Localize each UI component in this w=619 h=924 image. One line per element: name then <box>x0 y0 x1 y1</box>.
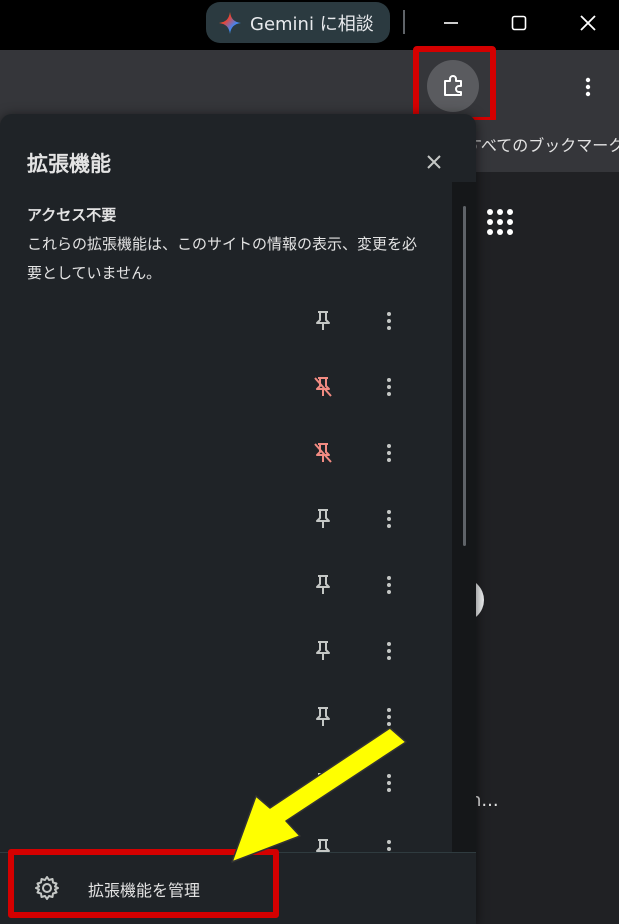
all-bookmarks-link[interactable]: すべてのブックマーク <box>466 132 619 156</box>
kebab-icon <box>387 576 391 594</box>
extension-more-button[interactable] <box>372 304 406 338</box>
pin-icon <box>316 509 330 528</box>
unpin-icon <box>314 377 332 397</box>
extension-row[interactable] <box>0 502 452 568</box>
kebab-icon <box>387 510 391 528</box>
kebab-icon <box>387 444 391 462</box>
panel-title: 拡張機能 <box>27 152 111 176</box>
gemini-button[interactable]: Gemini に相談 <box>206 2 390 43</box>
highlight-frame-extensions <box>413 46 496 123</box>
extension-more-button[interactable] <box>372 436 406 470</box>
unpin-button[interactable] <box>306 634 340 668</box>
extension-row[interactable] <box>0 568 452 634</box>
gemini-star-icon <box>219 11 241 34</box>
extension-more-button[interactable] <box>372 700 406 734</box>
kebab-icon <box>387 312 391 330</box>
title-separator <box>403 10 405 34</box>
unpin-button[interactable] <box>306 568 340 602</box>
pin-button[interactable] <box>306 436 340 470</box>
extension-more-button[interactable] <box>372 568 406 602</box>
pin-icon <box>316 311 330 330</box>
panel-close-button[interactable] <box>418 146 450 178</box>
close-icon <box>427 155 441 169</box>
minimize-button[interactable] <box>421 0 481 46</box>
close-icon <box>580 15 596 31</box>
browser-menu-button[interactable] <box>573 72 603 102</box>
pin-icon <box>316 707 330 726</box>
extension-more-button[interactable] <box>372 370 406 404</box>
extension-row[interactable] <box>0 436 452 502</box>
extension-row[interactable] <box>0 700 452 766</box>
pin-icon <box>316 575 330 594</box>
kebab-icon <box>387 378 391 396</box>
gemini-label: Gemini に相談 <box>250 13 374 35</box>
extensions-panel: 拡張機能 アクセス不要 これらの拡張機能は、このサイトの情報の表示、変更を必要と… <box>0 114 476 924</box>
kebab-icon <box>387 774 391 792</box>
minimize-icon <box>444 22 458 24</box>
extension-row[interactable] <box>0 766 452 832</box>
section-heading: アクセス不要 <box>27 206 117 224</box>
browser-toolbar <box>0 50 619 120</box>
maximize-button[interactable] <box>489 0 549 46</box>
close-window-button[interactable] <box>558 0 618 46</box>
extension-row[interactable] <box>0 304 452 370</box>
pin-icon <box>316 641 330 660</box>
unpin-icon <box>314 443 332 463</box>
extension-more-button[interactable] <box>372 502 406 536</box>
extension-more-button[interactable] <box>372 634 406 668</box>
scrollbar-thumb[interactable] <box>463 206 466 546</box>
unpin-button[interactable] <box>306 700 340 734</box>
highlight-frame-manage <box>8 849 279 918</box>
unpin-button[interactable] <box>306 304 340 338</box>
apps-grid-icon[interactable] <box>486 208 514 236</box>
unpin-button[interactable] <box>306 766 340 800</box>
section-description: これらの拡張機能は、このサイトの情報の表示、変更を必要としていません。 <box>27 235 418 282</box>
extension-more-button[interactable] <box>372 766 406 800</box>
unpin-button[interactable] <box>306 502 340 536</box>
kebab-icon <box>387 642 391 660</box>
kebab-icon <box>387 708 391 726</box>
kebab-icon <box>585 77 591 97</box>
pin-icon <box>316 773 330 792</box>
maximize-icon <box>511 15 527 31</box>
extension-row[interactable] <box>0 370 452 436</box>
pin-button[interactable] <box>306 370 340 404</box>
extension-row[interactable] <box>0 634 452 700</box>
